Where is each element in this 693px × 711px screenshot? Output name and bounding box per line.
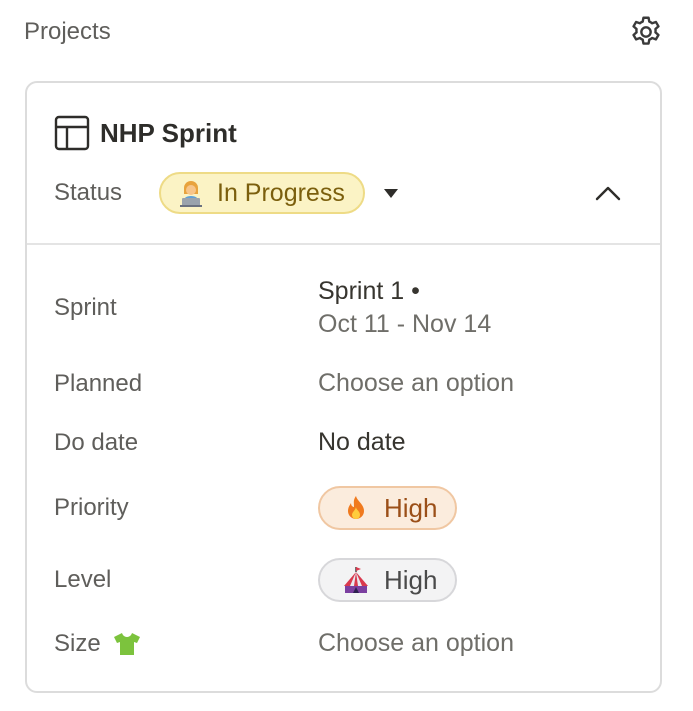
do-date-label: Do date (54, 428, 139, 456)
card-title: NHP Sprint (100, 117, 237, 148)
circus-tent-icon (342, 566, 370, 594)
project-card: NHP Sprint Status In Progress Sprint Spr… (25, 81, 662, 693)
property-size: Size Choose an option (54, 629, 640, 658)
sprint-label: Sprint (54, 294, 117, 321)
status-value: In Progress (217, 178, 345, 207)
planned-value[interactable]: Choose an option (318, 369, 514, 398)
property-sprint: Sprint Sprint 1 • Oct 11 - Nov 14 (54, 275, 640, 341)
priority-label: Priority (54, 494, 129, 521)
card-title-row[interactable]: NHP Sprint (54, 115, 237, 151)
projects-header: Projects (24, 12, 665, 52)
level-label: Level (54, 566, 112, 593)
planned-label: Planned (54, 369, 143, 397)
property-planned: Planned Choose an option (54, 369, 640, 398)
chevron-down-icon[interactable] (381, 183, 401, 203)
status-row: Status In Progress (54, 169, 630, 217)
priority-pill[interactable]: High (318, 486, 458, 530)
fire-icon (342, 494, 370, 522)
sprint-value[interactable]: Sprint 1 • Oct 11 - Nov 14 (318, 275, 491, 341)
do-date-value[interactable]: No date (318, 428, 406, 457)
technologist-emoji-icon (177, 179, 205, 207)
property-do-date: Do date No date (54, 428, 640, 457)
sprint-dates: Oct 11 - Nov 14 (318, 310, 492, 338)
sprint-name: Sprint 1 • (318, 277, 420, 305)
size-value[interactable]: Choose an option (318, 629, 514, 658)
level-pill[interactable]: High (318, 558, 458, 602)
size-label-group: Size (54, 630, 318, 658)
priority-value: High (384, 492, 438, 523)
size-label: Size (54, 629, 101, 657)
chevron-up-icon[interactable] (592, 177, 624, 209)
tshirt-icon (113, 632, 141, 656)
table-icon (54, 115, 90, 151)
card-header: NHP Sprint Status In Progress (27, 83, 660, 245)
level-value: High (384, 564, 438, 595)
status-label: Status (54, 179, 123, 206)
property-priority: Priority High (54, 486, 640, 530)
gear-icon[interactable] (627, 13, 665, 51)
status-pill[interactable]: In Progress (159, 172, 365, 214)
header-title: Projects (24, 18, 111, 45)
property-level: Level High (54, 558, 640, 602)
